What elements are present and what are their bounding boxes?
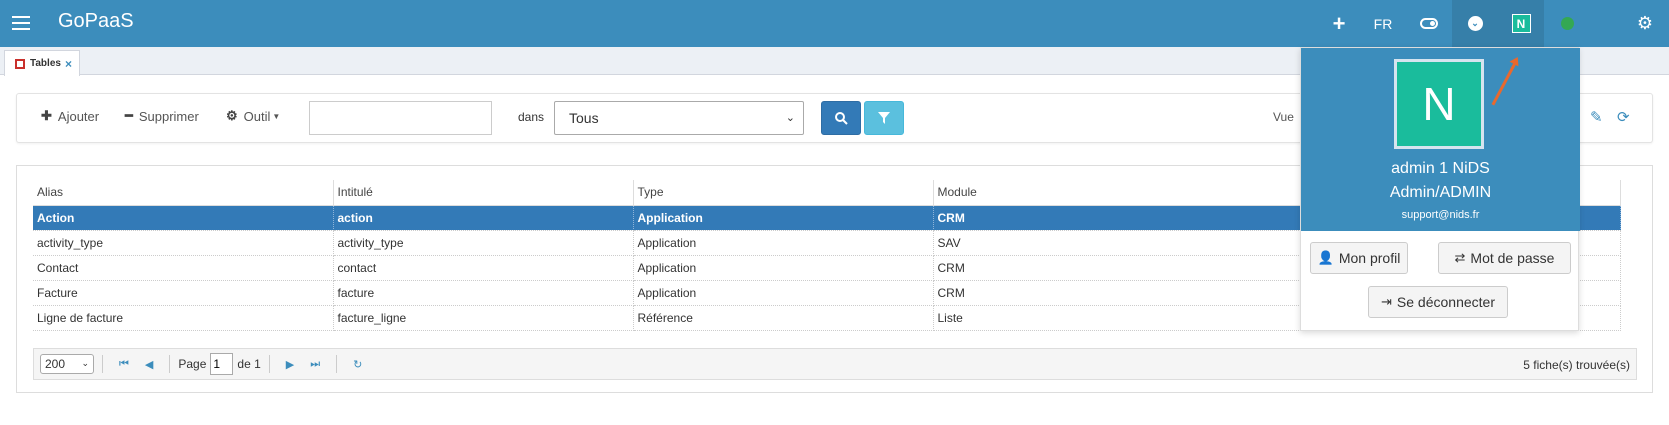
last-page-icon[interactable]: ⏭ [310, 358, 320, 371]
chevron-down-icon: ⌄ [81, 358, 89, 368]
next-page-icon[interactable]: ▶ [286, 358, 294, 371]
avatar: N [1511, 14, 1531, 33]
delete-button[interactable]: ━ Supprimer [125, 108, 199, 124]
cell-type: Application [633, 230, 934, 256]
separator [268, 355, 270, 373]
cell-alias: activity_type [33, 230, 334, 256]
cell-intitule: activity_type [333, 230, 634, 256]
chevron-down-icon[interactable]: ⌄ [1452, 0, 1498, 47]
cell-intitule: facture [333, 280, 634, 306]
tab-label: Tables [30, 58, 61, 69]
user-role: Admin/ADMIN [1389, 184, 1492, 201]
cell-type: Application [633, 205, 934, 231]
plus-icon: ✚ [41, 108, 52, 123]
cell-intitule: facture_ligne [333, 305, 634, 331]
search-input[interactable] [309, 101, 492, 135]
column-header-type[interactable]: Type [633, 180, 934, 206]
add-button[interactable]: ✚ Ajouter [41, 108, 99, 124]
view-label: Vue [1273, 110, 1294, 124]
scope-select-value: Tous [569, 110, 599, 126]
retweet-icon: ⇄ [1454, 250, 1466, 265]
close-icon[interactable]: × [65, 57, 72, 71]
add-label: Ajouter [57, 108, 100, 124]
dans-label: dans [518, 110, 545, 124]
password-button[interactable]: ⇄ Mot de passe [1438, 242, 1571, 274]
user-name: admin 1 NiDS [1391, 160, 1490, 177]
separator [169, 355, 171, 373]
page-total-label: de 1 [237, 357, 261, 371]
user-email: support@nids.fr [1401, 209, 1480, 221]
prev-page-icon[interactable]: ◀ [145, 358, 153, 371]
profile-button[interactable]: 👤 Mon profil [1310, 242, 1408, 274]
logout-label: Se déconnecter [1396, 294, 1495, 310]
separator [336, 355, 338, 373]
filter-icon [878, 112, 890, 124]
cell-type: Application [633, 255, 934, 281]
menu-toggle-icon[interactable] [12, 12, 30, 34]
cell-alias: Facture [33, 280, 334, 306]
column-header-intitule[interactable]: Intitulé [333, 180, 634, 206]
cell-alias: Contact [33, 255, 334, 281]
cell-intitule: action [333, 205, 634, 231]
profile-label: Mon profil [1338, 250, 1401, 266]
add-icon[interactable]: + [1316, 0, 1362, 47]
password-label: Mot de passe [1470, 250, 1555, 266]
table-icon [15, 58, 25, 69]
cell-alias: Action [33, 205, 334, 231]
user-avatar-button[interactable]: N [1498, 0, 1544, 47]
delete-label: Supprimer [138, 108, 199, 124]
toggle-icon[interactable] [1406, 0, 1452, 47]
search-button[interactable] [821, 101, 861, 135]
refresh-icon[interactable]: ⟳ [1617, 108, 1630, 126]
app-brand[interactable]: GoPaaS [58, 10, 134, 33]
top-navbar: GoPaaS + FR ⌄ N ⚙ [0, 0, 1669, 47]
pagination-bar: 200 ⌄ ⏮ ◀ Page de 1 ▶ ⏭ ↻ 5 fiche(s) tro… [33, 348, 1637, 380]
search-icon [835, 112, 848, 125]
cell-alias: Ligne de facture [33, 305, 334, 331]
column-header-alias[interactable]: Alias [33, 180, 334, 206]
cell-type: Référence [633, 305, 934, 331]
minus-icon: ━ [125, 108, 133, 123]
filter-button[interactable] [864, 101, 904, 135]
caret-down-icon: ▼ [272, 111, 281, 121]
avatar: N [1394, 59, 1484, 149]
language-label: FR [1373, 15, 1393, 32]
status-indicator-icon[interactable] [1544, 0, 1590, 47]
separator [102, 355, 103, 373]
cogs-icon[interactable]: ⚙ [1622, 0, 1668, 47]
page-label: Page [178, 357, 207, 371]
sign-out-icon: ⇥ [1381, 294, 1392, 309]
chevron-down-icon: ⌄ [785, 112, 795, 124]
user-dropdown-menu: N admin 1 NiDS Admin/ADMIN support@nids.… [1300, 47, 1580, 331]
cell-type: Application [633, 280, 934, 306]
page-size-value: 200 [45, 357, 66, 371]
records-found-label: 5 fiche(s) trouvée(s) [1523, 358, 1630, 372]
gear-icon: ⚙ [226, 108, 238, 123]
logout-button[interactable]: ⇥ Se déconnecter [1368, 286, 1508, 318]
reload-icon[interactable]: ↻ [353, 358, 362, 371]
magic-wand-icon[interactable]: ✎ [1590, 108, 1603, 126]
user-header: N admin 1 NiDS Admin/ADMIN support@nids.… [1301, 48, 1580, 231]
first-page-icon[interactable]: ⏮ [119, 358, 129, 371]
tab-tables[interactable]: Tables × [4, 50, 80, 76]
tool-dropdown[interactable]: ⚙ Outil ▼ [226, 108, 280, 124]
page-number-input[interactable] [210, 353, 234, 375]
scope-select[interactable]: Tous ⌄ [554, 101, 804, 135]
tool-label: Outil [243, 108, 271, 124]
cell-intitule: contact [333, 255, 634, 281]
language-switch[interactable]: FR [1360, 0, 1406, 47]
user-icon: 👤 [1317, 250, 1334, 265]
page-size-select[interactable]: 200 ⌄ [40, 354, 94, 374]
